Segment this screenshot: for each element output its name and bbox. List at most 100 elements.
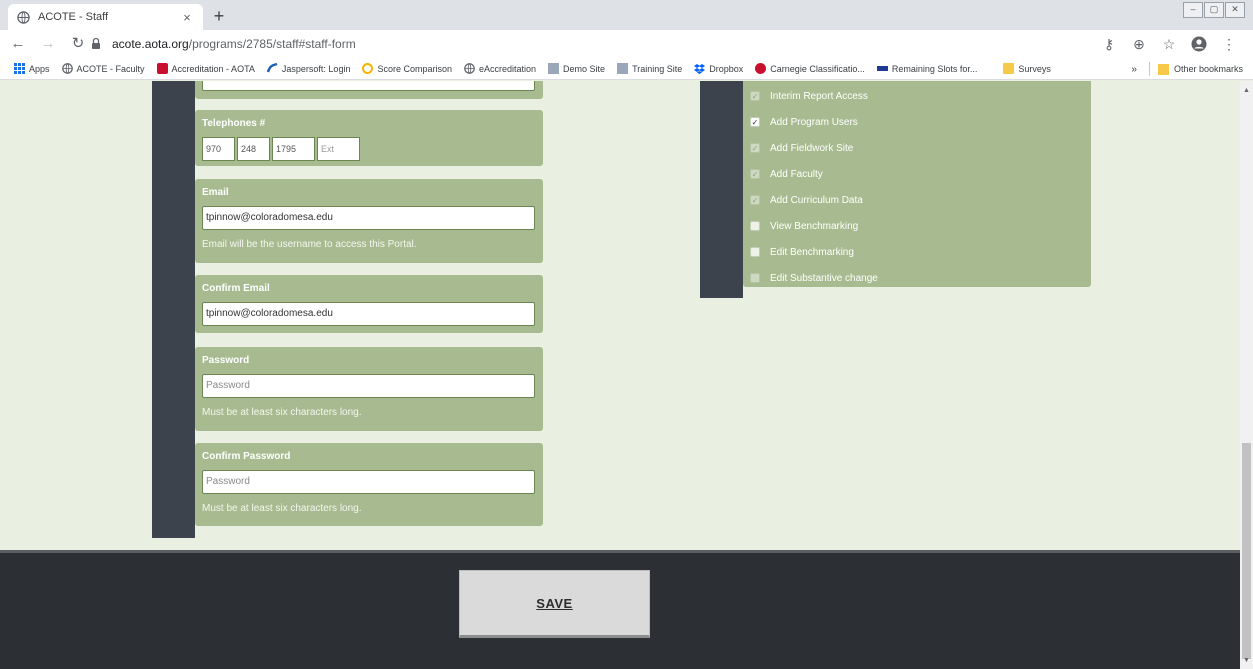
bookmark-label: Apps: [29, 63, 50, 74]
phone-ext-input[interactable]: Ext: [317, 137, 360, 161]
reload-icon[interactable]: ↻: [66, 32, 90, 56]
bookmark-dropbox[interactable]: Dropbox: [694, 63, 743, 74]
bookmark-surveys[interactable]: Surveys: [1003, 63, 1051, 74]
phone-area-input[interactable]: 970: [202, 137, 235, 161]
bookmark-jaspersoft[interactable]: Jaspersoft: Login: [266, 62, 350, 74]
telephone-inputs: 970 248 1795 Ext: [202, 137, 536, 161]
site-icon: [617, 63, 629, 74]
page-scrollbar[interactable]: ▲ ▼: [1240, 81, 1253, 669]
permission-add-curriculum-data[interactable]: ✓ Add Curriculum Data: [743, 187, 1091, 213]
bookmark-label: Carnegie Classificatio...: [770, 63, 865, 74]
checkbox-unchecked[interactable]: [750, 273, 760, 283]
globe-icon: [16, 10, 30, 24]
carnegie-icon: [755, 63, 767, 74]
permission-add-program-users[interactable]: ✓ Add Program Users: [743, 109, 1091, 135]
email-field: Email tpinnow@coloradomesa.edu Email wil…: [195, 179, 543, 263]
bookmarks-overflow-chevron[interactable]: »: [1131, 64, 1137, 75]
bookmark-label: Training Site: [632, 63, 683, 74]
back-arrow-icon[interactable]: ←: [6, 32, 30, 56]
url-text: acote.aota.org/programs/2785/staff#staff…: [112, 37, 356, 51]
bookmark-apps[interactable]: Apps: [14, 63, 50, 74]
checkbox-checked[interactable]: ✓: [750, 195, 760, 205]
tab-close-icon[interactable]: ×: [179, 10, 195, 25]
permission-label: Add Program Users: [770, 116, 858, 128]
bookmark-label: Dropbox: [709, 63, 744, 74]
globe-icon: [61, 63, 73, 74]
bookmark-demo-site[interactable]: Demo Site: [548, 63, 605, 74]
zoom-icon[interactable]: ⊕: [1129, 33, 1149, 55]
globe-icon: [464, 63, 475, 74]
permission-label: Interim Report Access: [770, 90, 868, 102]
minimize-icon[interactable]: –: [1183, 2, 1203, 18]
previous-field-input[interactable]: [202, 81, 535, 91]
new-tab-icon[interactable]: +: [208, 6, 230, 28]
bookmark-score-comparison[interactable]: Score Comparison: [362, 63, 452, 74]
checkbox-checked[interactable]: ✓: [750, 91, 760, 101]
bookmark-training-site[interactable]: Training Site: [617, 63, 682, 74]
address-bar[interactable]: acote.aota.org/programs/2785/staff#staff…: [90, 33, 1100, 55]
restore-icon[interactable]: ▢: [1204, 2, 1224, 18]
permission-label: Add Fieldwork Site: [770, 142, 854, 154]
browser-toolbar: ← → ↻ acote.aota.org/programs/2785/staff…: [0, 30, 1253, 58]
password-input[interactable]: Password: [202, 374, 535, 398]
checkbox-checked[interactable]: ✓: [750, 169, 760, 179]
bookmark-remaining-slots[interactable]: Remaining Slots for...: [876, 63, 978, 74]
bookmark-eaccreditation[interactable]: eAccreditation: [464, 63, 536, 74]
close-window-icon[interactable]: ✕: [1225, 2, 1245, 18]
password-field: Password Password Must be at least six c…: [195, 347, 543, 431]
lock-icon: [90, 37, 104, 51]
bookmark-acote-faculty[interactable]: ACOTE - Faculty: [61, 63, 145, 74]
tab-title: ACOTE - Staff: [38, 11, 109, 23]
checkbox-checked[interactable]: ✓: [750, 143, 760, 153]
telephone-label: Telephones #: [202, 118, 266, 129]
scroll-down-arrow-icon[interactable]: ▼: [1240, 657, 1253, 664]
bookmark-label: eAccreditation: [478, 63, 537, 74]
star-icon[interactable]: ☆: [1159, 33, 1179, 55]
checkbox-unchecked[interactable]: [750, 247, 760, 257]
password-label: Password: [202, 355, 250, 366]
bookmark-label: Remaining Slots for...: [891, 63, 978, 74]
phone-prefix-input[interactable]: 248: [237, 137, 270, 161]
right-dark-column: [700, 81, 743, 298]
other-bookmarks[interactable]: Other bookmarks: [1174, 64, 1243, 74]
permission-interim-report-access[interactable]: ✓ Interim Report Access: [743, 83, 1091, 109]
permission-add-fieldwork-site[interactable]: ✓ Add Fieldwork Site: [743, 135, 1091, 161]
key-icon[interactable]: ⚷: [1099, 33, 1119, 55]
confirm-password-field: Confirm Password Password Must be at lea…: [195, 443, 543, 526]
confirm-email-input[interactable]: tpinnow@coloradomesa.edu: [202, 302, 535, 326]
site-icon: [548, 63, 560, 74]
left-dark-column: [152, 81, 195, 538]
folder-icon: [1157, 63, 1169, 75]
permission-add-faculty[interactable]: ✓ Add Faculty: [743, 161, 1091, 187]
save-button[interactable]: SAVE: [459, 570, 650, 638]
checkbox-checked[interactable]: ✓: [750, 117, 760, 127]
bookmark-carnegie[interactable]: Carnegie Classificatio...: [755, 63, 865, 74]
permission-edit-substantive-change[interactable]: Edit Substantive change: [743, 265, 1091, 291]
bookmark-label: Accreditation - AOTA: [171, 63, 255, 74]
url-host: acote.aota.org: [112, 37, 189, 51]
bookmark-label: Demo Site: [563, 63, 606, 74]
jaspersoft-icon: [266, 62, 278, 74]
forward-arrow-icon[interactable]: →: [36, 32, 60, 56]
permission-view-benchmarking[interactable]: View Benchmarking: [743, 213, 1091, 239]
permission-label: Edit Benchmarking: [770, 246, 854, 258]
password-help-text: Must be at least six characters long.: [202, 407, 362, 418]
email-label: Email: [202, 187, 229, 198]
email-input[interactable]: tpinnow@coloradomesa.edu: [202, 206, 535, 230]
bookmark-accreditation-aota[interactable]: Accreditation - AOTA: [156, 63, 255, 74]
phone-line-input[interactable]: 1795: [272, 137, 315, 161]
toolbar-actions: ⚷ ⊕ ☆ ⋮: [1099, 33, 1239, 55]
email-help-text: Email will be the username to access thi…: [202, 239, 417, 250]
circle-icon: [362, 63, 374, 74]
permissions-panel: ✓ Interim Report Access ✓ Add Program User…: [743, 81, 1091, 287]
menu-kebab-icon[interactable]: ⋮: [1219, 33, 1239, 55]
scroll-thumb[interactable]: [1242, 443, 1251, 659]
profile-icon[interactable]: [1189, 33, 1209, 55]
confirm-password-input[interactable]: Password: [202, 470, 535, 494]
telephone-field: Telephones # 970 248 1795 Ext: [195, 110, 543, 166]
checkbox-unchecked[interactable]: [750, 221, 760, 231]
permission-edit-benchmarking[interactable]: Edit Benchmarking: [743, 239, 1091, 265]
scroll-up-arrow-icon[interactable]: ▲: [1240, 87, 1253, 94]
bookmarks-bar: Apps ACOTE - Faculty Accreditation - AOT…: [0, 58, 1253, 80]
browser-tab[interactable]: ACOTE - Staff ×: [8, 4, 203, 30]
